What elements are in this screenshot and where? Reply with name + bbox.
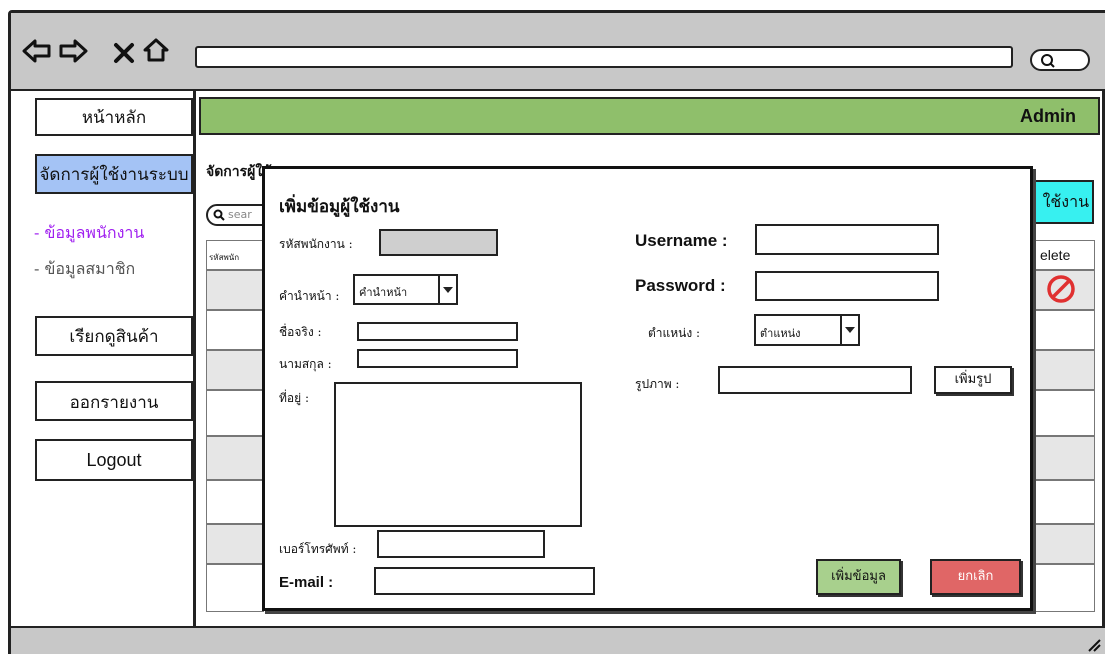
search-icon [1041, 54, 1055, 68]
sidebar-item-manage-users[interactable]: จัดการผู้ใช้งานระบบ [35, 154, 193, 194]
sidebar-item-reports[interactable]: ออกรายงาน [35, 381, 193, 421]
search-placeholder: sear [228, 208, 252, 221]
table-row [206, 564, 264, 612]
emp-id-field [379, 229, 498, 256]
resize-grip-icon[interactable] [1087, 638, 1101, 652]
photo-label: รูปภาพ : [635, 377, 680, 391]
table-row [1035, 436, 1095, 480]
position-select[interactable]: ตำแหน่ง [754, 314, 860, 346]
chevron-down-icon [840, 316, 858, 344]
close-icon[interactable] [113, 41, 135, 69]
lastname-field[interactable] [357, 349, 518, 368]
prefix-selected-value: คำนำหน้า [359, 286, 408, 299]
table-header-cell: รหัสพนัก [206, 240, 264, 270]
prefix-select[interactable]: คำนำหน้า [353, 274, 458, 305]
sidebar-item-products[interactable]: เรียกดูสินค้า [35, 316, 193, 356]
submit-button[interactable]: เพิ่มข้อมูล [816, 559, 901, 595]
email-field[interactable] [374, 567, 595, 595]
emp-id-label: รหัสพนักงาน : [279, 237, 353, 251]
address-label: ที่อยู่ : [279, 391, 310, 405]
status-bar [11, 626, 1105, 654]
table-row [1035, 524, 1095, 564]
table-row [1035, 310, 1095, 350]
phone-field[interactable] [377, 530, 545, 558]
home-icon[interactable] [142, 37, 170, 68]
table-header-cell: elete [1035, 240, 1095, 270]
table-row [206, 350, 264, 390]
browser-search[interactable] [1030, 49, 1090, 71]
top-header: Admin [199, 97, 1100, 135]
email-label: E-mail : [279, 574, 334, 591]
table-row [206, 310, 264, 350]
chevron-down-icon [438, 276, 456, 303]
table-row [206, 270, 264, 310]
table-row [1035, 480, 1095, 524]
prefix-label: คำนำหน้า : [279, 289, 340, 303]
sidebar-item-logout[interactable]: Logout [35, 439, 193, 481]
position-selected-value: ตำแหน่ง [760, 327, 801, 340]
sidebar-sublink-members[interactable]: - ข้อมูลสมาชิก [34, 257, 135, 282]
arrow-left-icon[interactable] [22, 38, 52, 69]
url-bar[interactable] [195, 46, 1013, 68]
table-row [1035, 350, 1095, 390]
sidebar-divider [193, 91, 196, 628]
table-row [206, 436, 264, 480]
firstname-label: ชื่อจริง : [279, 325, 322, 339]
add-user-dialog: เพิ่มข้อมูผู้ใช้งาน รหัสพนักงาน : คำนำหน… [262, 166, 1033, 611]
admin-label: Admin [1020, 106, 1076, 126]
lastname-label: นามสกุล : [279, 357, 332, 371]
table-row [206, 390, 264, 436]
firstname-field[interactable] [357, 322, 518, 341]
photo-path-field[interactable] [718, 366, 912, 394]
sidebar-sublink-employees[interactable]: - ข้อมูลพนักงาน [34, 221, 144, 246]
table-row [1035, 564, 1095, 612]
arrow-right-icon[interactable] [58, 38, 88, 69]
table-row [1035, 390, 1095, 436]
position-label: ตำแหน่ง : [648, 326, 701, 340]
table-row [206, 524, 264, 564]
phone-label: เบอร์โทรศัพท์ : [279, 542, 357, 556]
add-photo-button[interactable]: เพิ่มรูป [934, 366, 1012, 394]
dialog-title: เพิ่มข้อมูผู้ใช้งาน [279, 197, 400, 217]
password-field[interactable] [755, 271, 939, 301]
username-label: Username : [635, 231, 728, 250]
password-label: Password : [635, 276, 726, 295]
sidebar-item-home[interactable]: หน้าหลัก [35, 98, 193, 136]
address-textarea[interactable] [334, 382, 582, 527]
table-row [1035, 270, 1095, 310]
table-row [206, 480, 264, 524]
prohibited-icon[interactable] [1046, 274, 1076, 304]
search-icon [213, 209, 225, 221]
cancel-button[interactable]: ยกเลิก [930, 559, 1021, 595]
username-field[interactable] [755, 224, 939, 255]
add-user-button[interactable]: ใช้งาน [1034, 180, 1094, 224]
